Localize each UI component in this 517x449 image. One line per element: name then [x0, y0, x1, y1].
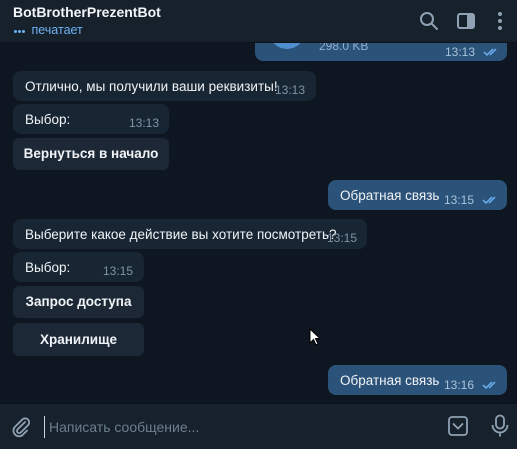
typing-status: печатает	[14, 23, 83, 37]
message-time: 13:15	[327, 231, 358, 245]
message-text: Обратная связь	[340, 373, 440, 388]
message-time: 13:16	[444, 378, 475, 392]
attach-icon[interactable]	[10, 416, 32, 438]
message-time: 13:13	[275, 83, 306, 97]
message-text: Обратная связь	[340, 188, 440, 203]
read-check-icon	[482, 196, 496, 205]
search-icon[interactable]	[418, 10, 440, 32]
microphone-icon[interactable]	[490, 414, 510, 438]
keyboard-toggle-icon[interactable]	[447, 415, 469, 437]
message-list[interactable]: 298.0 KB 13:13 Отлично, мы получили ваши…	[0, 43, 517, 400]
message-time: 13:13	[129, 116, 160, 130]
message-input[interactable]	[44, 416, 431, 438]
outgoing-message[interactable]: Обратная связь 13:16	[328, 365, 507, 395]
read-check-icon	[482, 381, 496, 390]
mouse-cursor-icon	[309, 328, 321, 346]
file-size: 298.0 KB	[319, 43, 369, 53]
file-message[interactable]: 298.0 KB 13:13	[255, 43, 507, 61]
file-thumbnail[interactable]	[269, 43, 305, 49]
message-composer	[0, 403, 517, 449]
message-text: Выбор:	[25, 260, 71, 275]
storage-button[interactable]: Хранилище	[13, 323, 144, 356]
back-to-start-button[interactable]: Вернуться в начало	[13, 138, 169, 170]
read-check-icon	[483, 48, 497, 57]
message-text: Отлично, мы получили ваши реквизиты!	[25, 79, 278, 94]
incoming-message[interactable]: Выберите какое действие вы хотите посмот…	[13, 219, 367, 249]
incoming-message[interactable]: Выбор: 13:13	[13, 104, 169, 134]
typing-dots-icon	[14, 22, 28, 36]
incoming-message[interactable]: Выбор: 13:15	[13, 252, 144, 282]
more-vertical-icon[interactable]	[489, 10, 511, 32]
typing-status-text: печатает	[31, 23, 83, 37]
access-request-button[interactable]: Запрос доступа	[13, 286, 144, 318]
message-time: 13:13	[445, 45, 476, 59]
chat-title[interactable]: BotBrotherPrezentBot	[13, 4, 161, 20]
message-time: 13:15	[103, 264, 134, 278]
message-text: Выберите какое действие вы хотите посмот…	[25, 227, 337, 242]
message-time: 13:15	[444, 193, 475, 207]
chat-header: BotBrotherPrezentBot печатает	[0, 0, 517, 43]
message-text: Выбор:	[25, 112, 71, 127]
outgoing-message[interactable]: Обратная связь 13:15	[328, 180, 507, 210]
incoming-message[interactable]: Отлично, мы получили ваши реквизиты! 13:…	[13, 71, 316, 101]
sidebar-toggle-icon[interactable]	[455, 10, 477, 32]
